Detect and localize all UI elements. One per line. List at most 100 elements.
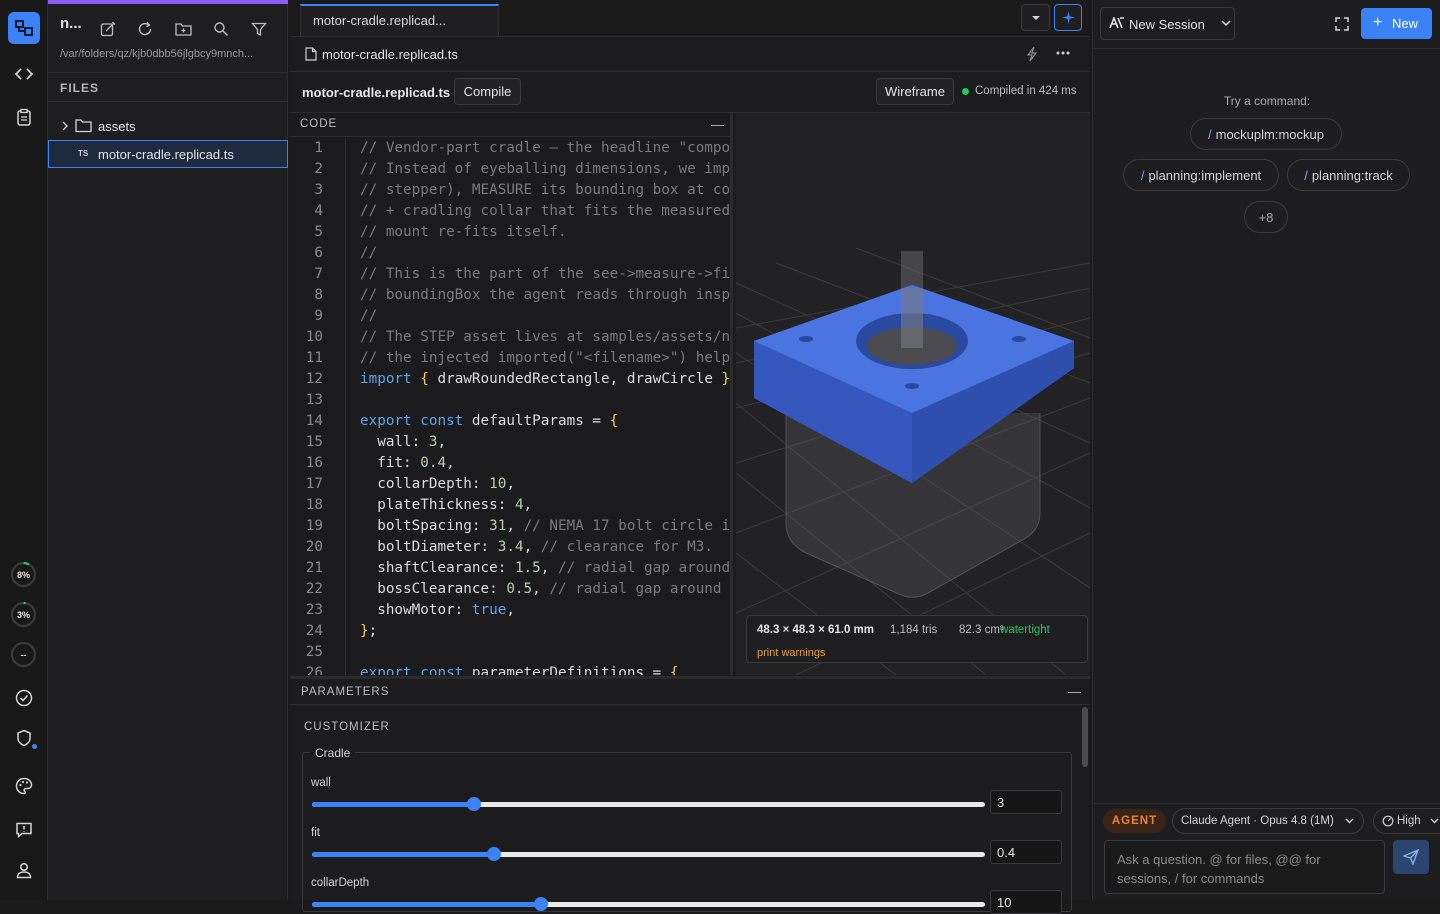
parameter-value-input[interactable]: 0.4: [990, 840, 1062, 864]
ai-assist-button[interactable]: [1054, 4, 1082, 31]
session-label: New Session: [1129, 17, 1205, 32]
line-number: 8: [314, 287, 323, 303]
check-circle-icon[interactable]: [8, 682, 40, 714]
print-warnings-link[interactable]: print warnings: [757, 647, 825, 659]
explorer-icon[interactable]: [8, 12, 40, 44]
code-text[interactable]: // Vendor-part cradle — the headline "co…: [360, 138, 730, 675]
more-icon[interactable]: [1056, 51, 1070, 55]
memory-meter: 3%: [10, 601, 37, 628]
collapse-code-icon[interactable]: —: [711, 117, 724, 132]
code-icon[interactable]: [8, 58, 40, 90]
edit-icon[interactable]: [96, 17, 120, 41]
search-icon[interactable]: [209, 17, 233, 41]
compile-button[interactable]: Compile: [454, 78, 521, 105]
refresh-icon[interactable]: [133, 17, 157, 41]
code-token: // NEMA 17 bolt circle is: [523, 518, 730, 534]
folder-row-assets[interactable]: assets: [48, 112, 288, 140]
code-line: import { drawRoundedRectangle, drawCircl…: [360, 369, 730, 390]
customizer-label: CUSTOMIZER: [304, 721, 390, 733]
slider-thumb[interactable]: [533, 897, 548, 911]
3d-viewport[interactable]: 48.3 × 48.3 × 61.0 mm 1,184 tris 82.3 cm…: [736, 113, 1090, 675]
tab-motor-cradle[interactable]: motor-cradle.replicad...: [300, 4, 499, 36]
code-token: {: [420, 371, 429, 387]
file-row-motor-cradle[interactable]: TS motor-cradle.replicad.ts: [48, 140, 288, 168]
code-line: // The STEP asset lives at samples/asset…: [360, 327, 730, 348]
code-pane: CODE — 1 2 3 4 5 6 7 8 9 10 11 12 13 14 15 16 17 18 19 20 21…: [290, 113, 733, 675]
flash-icon[interactable]: [1025, 46, 1039, 62]
new-folder-icon[interactable]: [171, 17, 195, 41]
code-token: export const: [360, 413, 464, 429]
line-number: 25: [305, 644, 323, 660]
wireframe-button[interactable]: Wireframe: [876, 78, 954, 105]
parameter-value-input[interactable]: 3: [990, 790, 1062, 814]
command-mockuplm[interactable]: / mockuplm:mockup: [1190, 118, 1342, 150]
code-token: // radial gap around th: [549, 581, 730, 597]
editor-toolbar: motor-cradle.replicad.ts Compile Wirefra…: [290, 72, 1090, 113]
new-session-button[interactable]: + New: [1361, 8, 1432, 39]
code-token: // mount re-fits itself.: [360, 224, 567, 240]
breadcrumb-file[interactable]: motor-cradle.replicad.ts: [322, 47, 458, 62]
model-volume: 82.3 cm³: [959, 624, 1004, 636]
code-token: ,: [437, 434, 447, 450]
line-number: 26: [305, 665, 323, 675]
new-label: New: [1392, 16, 1419, 31]
line-number: 21: [305, 560, 323, 576]
code-token: // Instead of eyeballing dimensions, we …: [360, 161, 730, 177]
effort-label: High: [1397, 815, 1421, 827]
filter-icon[interactable]: [247, 17, 271, 41]
divider: [48, 101, 287, 102]
code-token: bossClearance:: [360, 581, 507, 597]
code-token: // Vendor-part cradle — the headline "co…: [360, 140, 730, 156]
line-number: 3: [314, 182, 323, 198]
command-planning-track[interactable]: / planning:track: [1287, 159, 1410, 191]
typescript-icon: TS: [78, 149, 89, 158]
command-planning-implement[interactable]: / planning:implement: [1123, 159, 1279, 191]
line-number: 17: [305, 476, 323, 492]
code-token: defaultParams =: [463, 413, 610, 429]
parameter-value-input[interactable]: 10: [990, 890, 1062, 914]
parameter-label: fit: [311, 827, 320, 839]
expand-icon[interactable]: [1335, 17, 1349, 31]
project-title[interactable]: n...: [60, 15, 82, 32]
slider-fill: [312, 852, 494, 857]
effort-selector[interactable]: High: [1373, 808, 1440, 834]
code-token: // stepper), MEASURE its bounding box at…: [360, 182, 730, 198]
user-icon[interactable]: [8, 854, 40, 886]
code-token: ,: [506, 518, 524, 534]
agent-panel: New Session + New Try a command: / mockup…: [1092, 0, 1440, 900]
toolbar-file-name: motor-cradle.replicad.ts: [302, 85, 451, 100]
code-token: fit:: [360, 455, 421, 471]
clipboard-icon[interactable]: [8, 101, 40, 133]
code-token: wall:: [360, 434, 429, 450]
code-header: CODE —: [290, 113, 730, 137]
usage-meter: --: [10, 641, 37, 668]
session-selector[interactable]: New Session: [1100, 7, 1235, 40]
send-button[interactable]: [1393, 840, 1429, 874]
chat-input[interactable]: Ask a question. @ for files, @@ for sess…: [1104, 840, 1385, 894]
collapse-parameters-icon[interactable]: —: [1068, 684, 1081, 699]
code-token: parameterDefinitions =: [463, 665, 670, 675]
more-commands-button[interactable]: +8: [1244, 201, 1288, 233]
line-number: 1: [314, 140, 323, 156]
group-label: Cradle: [310, 746, 356, 760]
divider: [48, 72, 287, 73]
agent-mode-badge[interactable]: AGENT: [1103, 809, 1166, 833]
code-line: wall: 3,: [360, 432, 730, 453]
caret-down-icon: [1031, 15, 1040, 20]
code-token: plateThickness:: [360, 497, 515, 513]
feedback-icon[interactable]: [8, 814, 40, 846]
parameters-scrollbar[interactable]: [1082, 707, 1088, 767]
slider-thumb[interactable]: [466, 797, 481, 811]
code-token: //: [360, 245, 378, 261]
model-selector[interactable]: Claude Agent · Opus 4.8 (1M): [1172, 808, 1364, 834]
tab-dropdown-button[interactable]: [1021, 4, 1050, 31]
shield-icon[interactable]: [8, 722, 40, 754]
palette-icon[interactable]: [8, 770, 40, 802]
parameter-label: wall: [311, 777, 331, 789]
parameters-panel: PARAMETERS — CUSTOMIZER Cradle wall 3 fit 0…: [290, 676, 1090, 914]
slider-thumb[interactable]: [486, 847, 501, 861]
watertight-badge: watertight: [1000, 624, 1050, 636]
code-token: // boundingBox the agent reads through i…: [360, 287, 730, 303]
